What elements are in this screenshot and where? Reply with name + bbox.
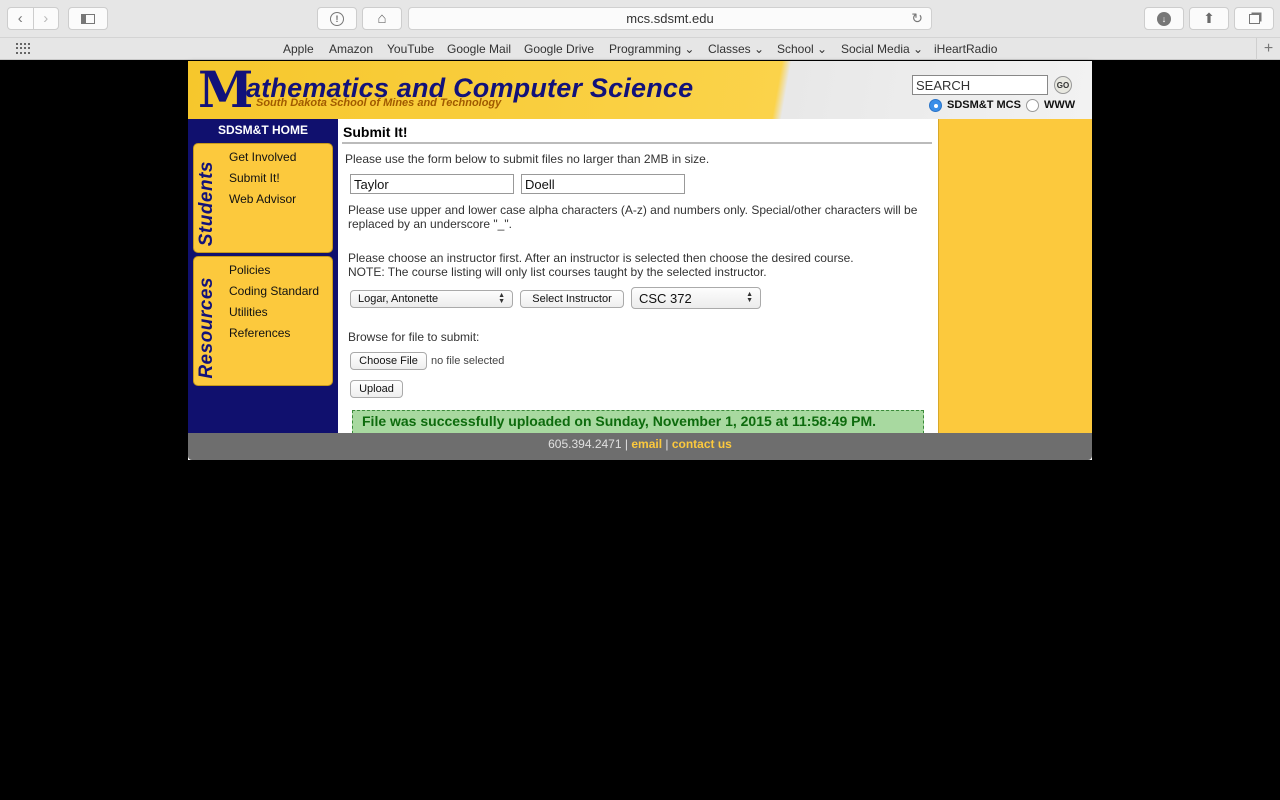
resources-box: Resources Policies Coding Standard Utili…	[193, 256, 333, 386]
name-note: Please use upper and lower case alpha ch…	[348, 203, 918, 231]
downloads-button[interactable]: ↓	[1144, 7, 1184, 30]
no-file-text: no file selected	[431, 355, 505, 367]
course-note: NOTE: The course listing will only list …	[348, 265, 767, 279]
sidebar-toggle-button[interactable]	[68, 7, 108, 30]
nav-submit-it[interactable]: Submit It!	[229, 171, 280, 185]
fav-apple[interactable]: Apple	[283, 42, 314, 56]
fav-classes[interactable]: Classes ⌄	[708, 42, 764, 56]
footer-phone: 605.394.2471	[548, 437, 622, 451]
history-nav: ‹ ›	[7, 7, 59, 30]
home-button[interactable]: ⌂	[362, 7, 402, 30]
fav-google-drive[interactable]: Google Drive	[524, 42, 594, 56]
upload-success-message: File was successfully uploaded on Sunday…	[352, 410, 924, 433]
instructor-select-value: Logar, Antonette	[358, 293, 439, 305]
scope-label-mcs: SDSM&T MCS	[947, 99, 1021, 111]
instructor-select[interactable]: Logar, Antonette ▲ ▼	[350, 290, 513, 308]
footer-separator: |	[665, 437, 669, 451]
plus-icon: +	[1263, 40, 1274, 57]
site-subtitle: South Dakota School of Mines and Technol…	[256, 97, 502, 109]
nav-get-involved[interactable]: Get Involved	[229, 150, 296, 164]
choose-file-button[interactable]: Choose File	[350, 352, 427, 370]
site-footer: 605.394.2471 | email | contact us	[188, 433, 1092, 460]
resources-label: Resources	[196, 277, 217, 379]
title-divider	[342, 142, 932, 144]
main-content: Submit It! Please use the form below to …	[338, 119, 938, 433]
back-icon[interactable]: ‹	[8, 8, 33, 29]
nav-references[interactable]: References	[229, 326, 290, 340]
download-icon: ↓	[1157, 11, 1171, 26]
reload-icon[interactable]: ↻	[911, 10, 923, 27]
url-text: mcs.sdsmt.edu	[626, 11, 714, 26]
first-name-field[interactable]	[350, 174, 514, 194]
fav-social-media[interactable]: Social Media ⌄	[841, 42, 923, 56]
course-select[interactable]: CSC 372 ▲ ▼	[631, 287, 761, 309]
students-label: Students	[196, 160, 217, 246]
web-page: M athematics and Computer Science South …	[188, 61, 1092, 460]
site-header: M athematics and Computer Science South …	[188, 61, 1092, 119]
tabs-button[interactable]	[1234, 7, 1274, 30]
last-name-field[interactable]	[521, 174, 685, 194]
fav-amazon[interactable]: Amazon	[329, 42, 373, 56]
home-link[interactable]: SDSM&T HOME	[188, 123, 338, 137]
fav-google-mail[interactable]: Google Mail	[447, 42, 511, 56]
upload-button[interactable]: Upload	[350, 380, 403, 398]
go-button[interactable]: GO	[1054, 76, 1072, 94]
browse-label: Browse for file to submit:	[348, 330, 480, 344]
fav-youtube[interactable]: YouTube	[387, 42, 434, 56]
fav-school[interactable]: School ⌄	[777, 42, 827, 56]
select-arrows-icon: ▲ ▼	[746, 291, 753, 304]
fav-iheartradio[interactable]: iHeartRadio	[934, 42, 997, 56]
favorites-bar: Apple Amazon YouTube Google Mail Google …	[0, 38, 1280, 60]
home-icon: ⌂	[377, 10, 387, 27]
select-instructor-button[interactable]: Select Instructor	[520, 290, 624, 308]
search-input[interactable]	[912, 75, 1048, 95]
share-icon: ⬆	[1203, 10, 1215, 26]
share-button[interactable]: ⬆	[1189, 7, 1229, 30]
select-arrows-icon: ▲ ▼	[498, 292, 505, 305]
info-icon: !	[330, 11, 344, 26]
students-box: Students Get Involved Submit It! Web Adv…	[193, 143, 333, 253]
grid-icon[interactable]	[16, 43, 30, 54]
address-bar[interactable]: mcs.sdsmt.edu ↻	[408, 7, 932, 30]
nav-coding-standard[interactable]: Coding Standard	[229, 284, 319, 298]
nav-utilities[interactable]: Utilities	[229, 305, 268, 319]
reader-button[interactable]: !	[317, 7, 357, 30]
left-nav: SDSM&T HOME Students Get Involved Submit…	[188, 119, 338, 433]
browser-toolbar: ‹ › ! ⌂ mcs.sdsmt.edu ↻ ↓ ⬆	[0, 0, 1280, 38]
tabs-icon	[1248, 13, 1260, 24]
scope-label-www: WWW	[1044, 99, 1076, 111]
intro-text: Please use the form below to submit file…	[345, 152, 710, 166]
nav-web-advisor[interactable]: Web Advisor	[229, 192, 296, 206]
footer-separator: |	[624, 437, 628, 451]
page-title: Submit It!	[343, 124, 408, 140]
fav-programming[interactable]: Programming ⌄	[609, 42, 694, 56]
footer-contact-link[interactable]: contact us	[672, 437, 732, 451]
instructor-note: Please choose an instructor first. After…	[348, 251, 854, 265]
course-select-value: CSC 372	[639, 290, 692, 306]
new-tab-button[interactable]: +	[1256, 38, 1280, 60]
scope-radio-www[interactable]	[1026, 99, 1039, 112]
forward-icon[interactable]: ›	[32, 8, 59, 29]
nav-policies[interactable]: Policies	[229, 263, 270, 277]
right-column	[938, 119, 1092, 433]
sidebar-icon	[81, 13, 95, 24]
footer-email-link[interactable]: email	[631, 437, 662, 451]
scope-radio-mcs[interactable]	[929, 99, 942, 112]
